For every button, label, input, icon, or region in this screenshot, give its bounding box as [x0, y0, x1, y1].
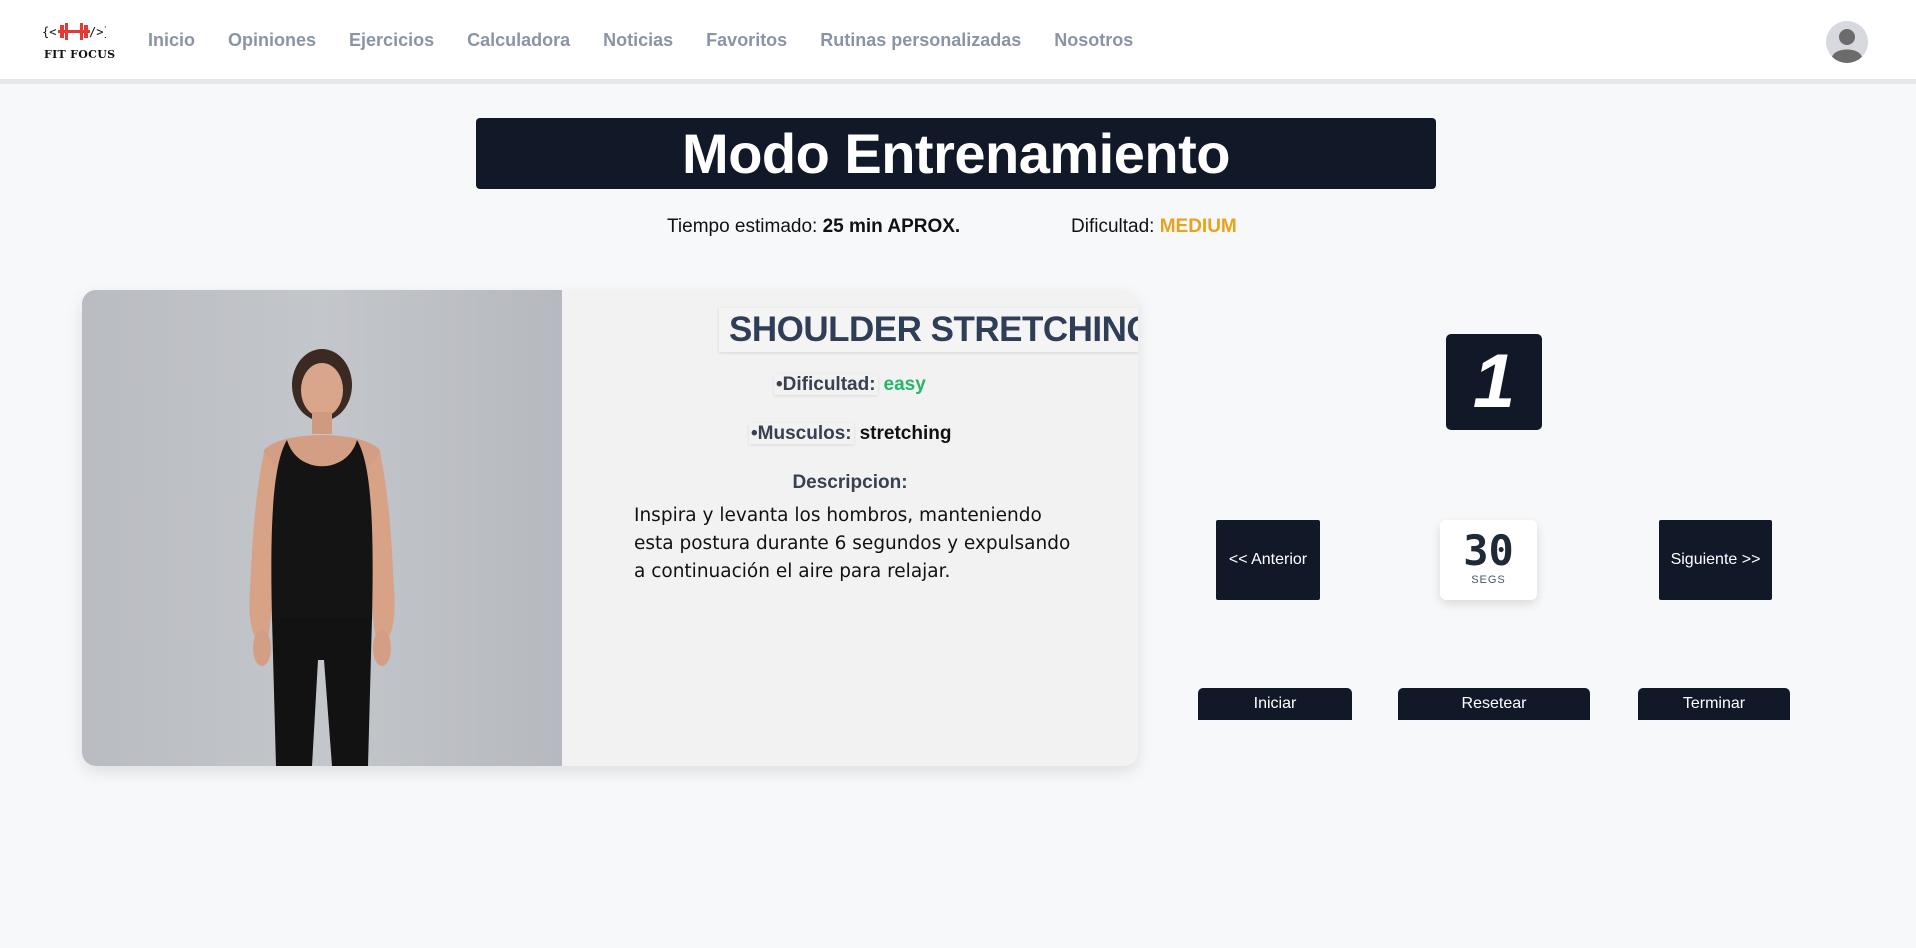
previous-button[interactable]: << Anterior — [1216, 520, 1320, 600]
exercise-difficulty-label: •Dificultad: — [776, 374, 876, 395]
page-title-banner: Modo Entrenamiento — [476, 118, 1436, 189]
exercise-difficulty-row: •Dificultad: easy — [774, 374, 926, 396]
routine-difficulty-label: Dificultad: — [1071, 216, 1155, 237]
exercise-name: SHOULDER STRETCHING — [719, 308, 1138, 352]
svg-text:{<: {< — [42, 25, 56, 39]
nav-item-noticias[interactable]: Noticias — [603, 30, 673, 51]
start-button[interactable]: Iniciar — [1198, 688, 1352, 720]
nav-links: Inicio Opiniones Ejercicios Calculadora … — [148, 30, 1166, 51]
user-silhouette-icon — [1826, 21, 1868, 63]
finish-button[interactable]: Terminar — [1638, 688, 1790, 720]
routine-difficulty: Dificultad: MEDIUM — [1071, 216, 1237, 238]
nav-item-rutinas[interactable]: Rutinas personalizadas — [820, 30, 1021, 51]
nav-item-ejercicios[interactable]: Ejercicios — [349, 30, 434, 51]
woman-stretching-illustration — [249, 349, 395, 766]
estimated-time-value: 25 min APROX. — [822, 216, 961, 237]
fit-focus-logo[interactable]: {< />} FIT FOCUS — [42, 20, 115, 64]
exercise-card: SHOULDER STRETCHING •Dificultad: easy •Mu… — [82, 290, 1138, 766]
exercise-muscles-row: •Musculos: stretching — [749, 423, 951, 445]
nav-item-inicio[interactable]: Inicio — [148, 30, 195, 51]
exercise-photo — [82, 290, 562, 766]
logo-text: FIT FOCUS — [44, 48, 116, 61]
estimated-time: Tiempo estimado: 25 min APROX. — [667, 216, 960, 238]
countdown-timer: 30 SEGS — [1440, 520, 1537, 600]
exercise-muscles-label: •Musculos: — [751, 423, 852, 444]
exercise-counter: 1 — [1446, 334, 1542, 430]
exercise-muscles-value: stretching — [859, 423, 952, 444]
exercise-details: SHOULDER STRETCHING •Dificultad: easy •Mu… — [562, 290, 1138, 766]
next-button[interactable]: Siguiente >> — [1659, 520, 1772, 600]
timer-unit: SEGS — [1471, 574, 1506, 586]
exercise-difficulty-value: easy — [883, 374, 926, 395]
navbar: {< />} FIT FOCUS Inicio Opiniones Ejerci… — [0, 0, 1916, 84]
description-label: Descripcion: — [792, 472, 908, 493]
dumbbell-code-icon: {< />} — [42, 23, 106, 40]
exercise-description: Inspira y levanta los hombros, mantenien… — [634, 505, 1071, 582]
nav-item-opiniones[interactable]: Opiniones — [228, 30, 316, 51]
nav-item-nosotros[interactable]: Nosotros — [1054, 30, 1133, 51]
nav-item-favoritos[interactable]: Favoritos — [706, 30, 787, 51]
user-avatar-icon[interactable] — [1826, 21, 1868, 63]
estimated-time-label: Tiempo estimado: — [667, 216, 818, 237]
svg-text:/>}: />} — [89, 25, 106, 39]
nav-item-calculadora[interactable]: Calculadora — [467, 30, 570, 51]
routine-difficulty-value: MEDIUM — [1159, 216, 1237, 237]
timer-value: 30 — [1463, 526, 1514, 575]
page-title: Modo Entrenamiento — [682, 122, 1230, 185]
reset-button[interactable]: Resetear — [1398, 688, 1590, 720]
